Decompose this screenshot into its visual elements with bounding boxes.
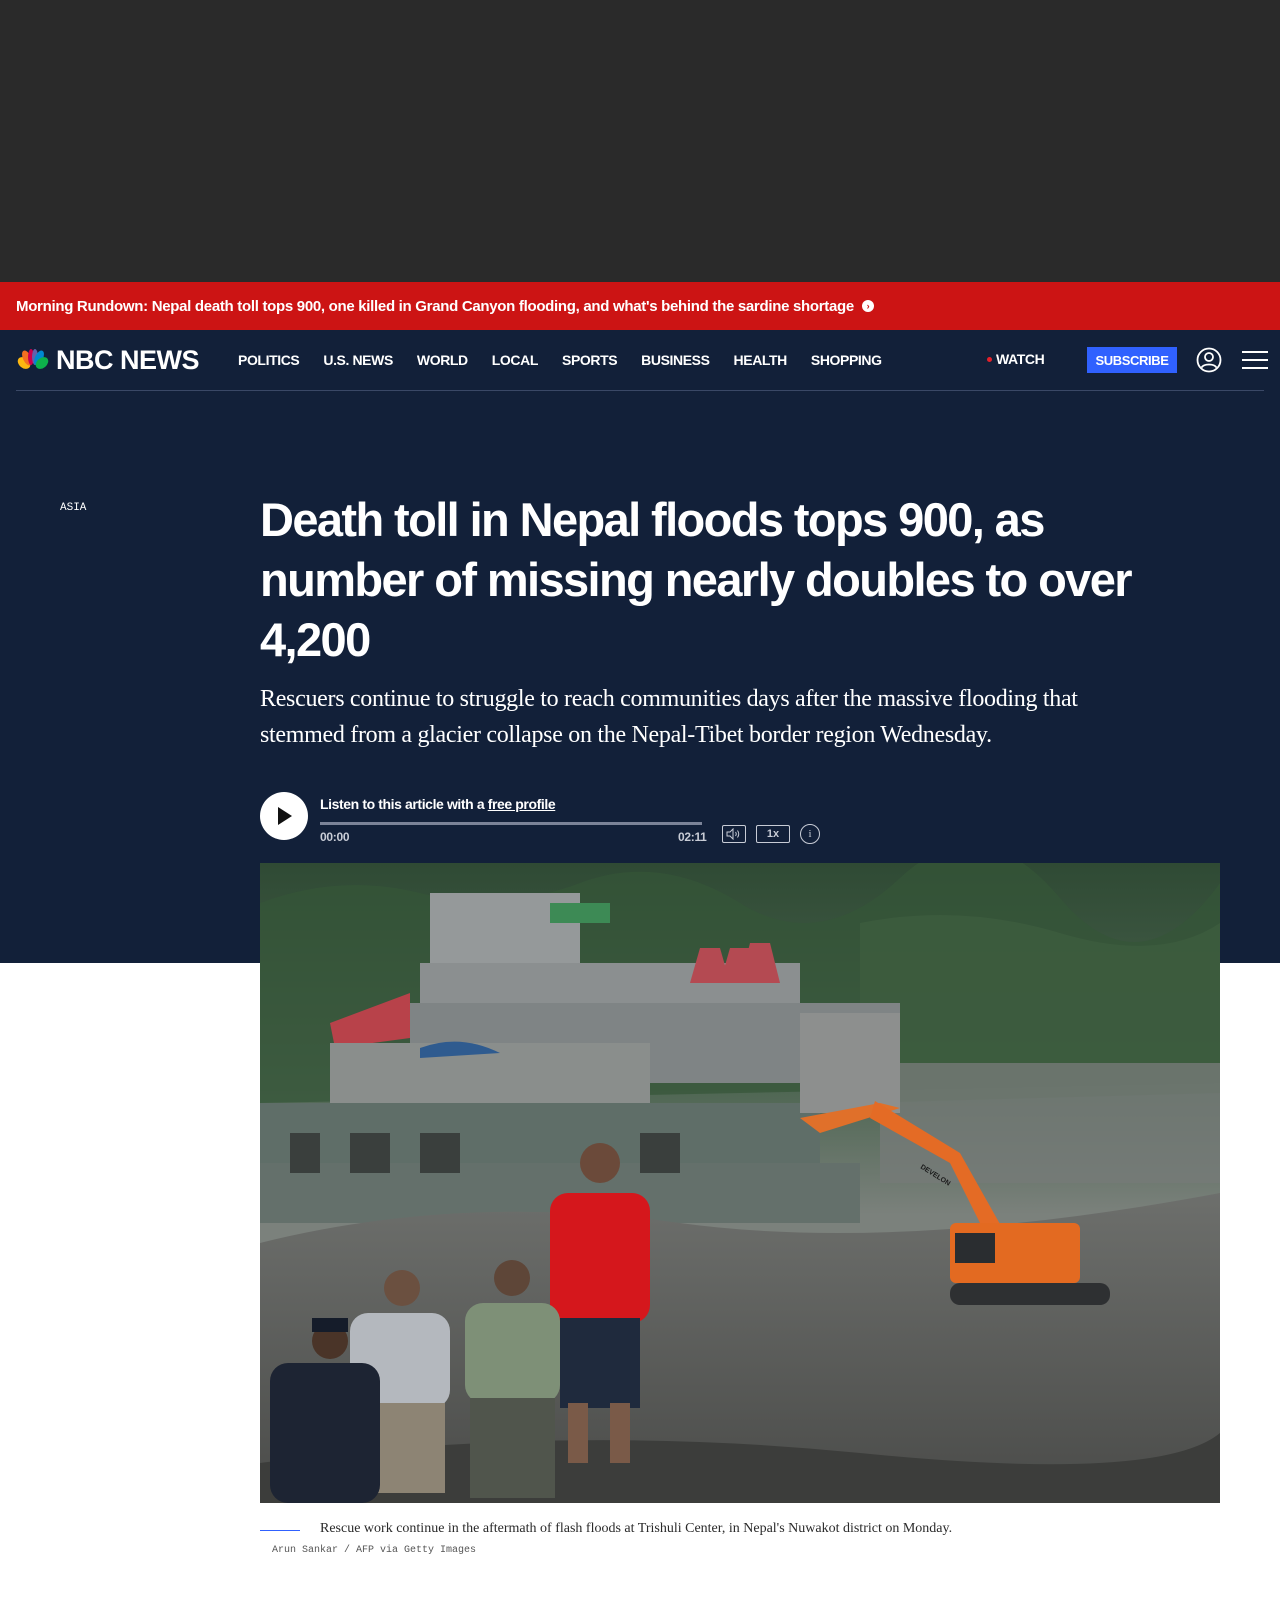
audio-progress-track[interactable]	[320, 822, 702, 825]
time-duration: 02:11	[678, 830, 707, 844]
audio-player: Listen to this article with a free profi…	[260, 792, 840, 844]
article-dek: Rescuers continue to struggle to reach c…	[260, 686, 1078, 748]
logo-text: NBC NEWS	[56, 344, 200, 375]
play-icon	[278, 807, 292, 825]
caption-accent-line	[260, 1530, 300, 1531]
play-button[interactable]	[260, 792, 308, 840]
speaker-icon	[726, 828, 740, 840]
user-account-icon[interactable]	[1196, 347, 1222, 373]
image-credit: Arun Sankar / AFP via Getty Images	[272, 1545, 477, 1556]
section-label[interactable]: ASIA	[60, 502, 86, 514]
volume-button[interactable]	[722, 825, 746, 843]
hamburger-menu-icon[interactable]	[1242, 348, 1268, 372]
watch-link[interactable]: WATCH	[987, 351, 1045, 367]
section-menu: POLITICS U.S. NEWS WORLD LOCAL SPORTS BU…	[238, 330, 906, 390]
nav-item-world[interactable]: WORLD	[417, 352, 468, 368]
breaking-news-text[interactable]: Morning Rundown: Nepal death toll tops 9…	[16, 298, 854, 315]
image-caption: Rescue work continue in the aftermath of…	[320, 1521, 953, 1536]
live-dot-icon	[987, 356, 992, 362]
top-navigation: NBC NEWS POLITICS U.S. NEWS WORLD LOCAL …	[0, 330, 1280, 390]
listen-prompt: Listen to this article with a free profi…	[320, 796, 556, 812]
breaking-news-banner[interactable]: Morning Rundown: Nepal death toll tops 9…	[0, 282, 1280, 330]
chevron-right-icon[interactable]: ›	[861, 300, 874, 312]
nbc-news-logo[interactable]: NBC NEWS	[16, 344, 200, 375]
nav-item-politics[interactable]: POLITICS	[238, 352, 300, 368]
nav-item-local[interactable]: LOCAL	[492, 352, 539, 368]
nav-item-shopping[interactable]: SHOPPING	[811, 352, 882, 368]
watch-label: WATCH	[996, 351, 1045, 367]
nav-divider	[16, 390, 1264, 391]
info-icon[interactable]: i	[800, 824, 820, 844]
hero-image: DEVELON	[260, 863, 1220, 1503]
nav-item-us-news[interactable]: U.S. NEWS	[323, 352, 393, 368]
nav-item-business[interactable]: BUSINESS	[641, 352, 710, 368]
peacock-icon	[17, 349, 49, 369]
subscribe-button[interactable]: SUBSCRIBE	[1087, 347, 1177, 373]
playback-speed-button[interactable]: 1x	[756, 825, 790, 843]
nav-item-sports[interactable]: SPORTS	[562, 352, 618, 368]
nav-item-health[interactable]: HEALTH	[734, 352, 788, 368]
ad-space	[0, 0, 1280, 282]
time-elapsed: 00:00	[320, 830, 350, 844]
flood-rescue-photo: DEVELON	[260, 863, 1220, 1503]
listen-prefix: Listen to this article with a	[320, 796, 488, 812]
article-headline: Death toll in Nepal floods tops 900, as …	[260, 493, 1133, 666]
free-profile-link[interactable]: free profile	[488, 796, 556, 812]
